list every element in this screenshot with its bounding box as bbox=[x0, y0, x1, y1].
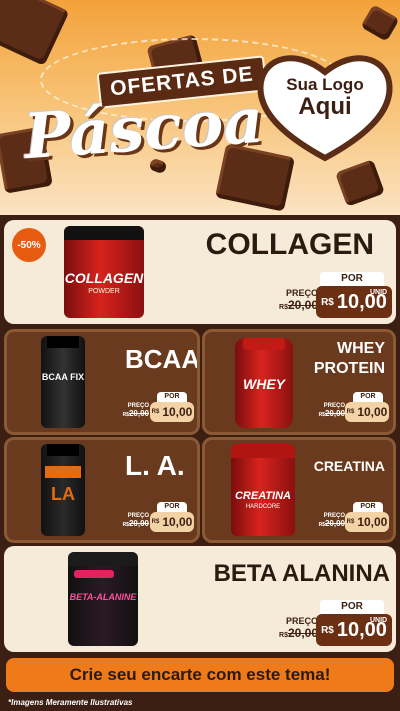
por-label: POR bbox=[353, 392, 383, 402]
currency: R$ bbox=[346, 409, 355, 415]
chocolate-piece-decoration bbox=[335, 159, 385, 207]
price-value: 10,00 bbox=[162, 515, 193, 529]
flyer-page: OFERTAS DE Páscoa Sua Logo Aqui -50% COL… bbox=[0, 0, 400, 711]
price-box: R$ 10,00 bbox=[150, 512, 194, 532]
product-name-line2: PROTEIN bbox=[313, 360, 385, 377]
product-jar-bcaa: BCAA FIX bbox=[41, 336, 85, 428]
chocolate-piece-decoration bbox=[360, 4, 400, 42]
old-price: PREÇO R$20,00 bbox=[313, 403, 345, 418]
currency: R$ bbox=[151, 519, 160, 525]
product-jar-la: LA bbox=[41, 444, 85, 536]
old-price: PREÇO R$20,00 bbox=[274, 288, 318, 312]
price-box: R$ 10,00 bbox=[150, 402, 194, 422]
old-price-value: 20,00 bbox=[324, 519, 345, 528]
product-jar-whey: WHEY bbox=[235, 338, 293, 428]
jar-label: CREATINA bbox=[234, 490, 291, 502]
unid-label: UNID bbox=[370, 289, 388, 296]
old-price-value: 20,00 bbox=[128, 519, 149, 528]
currency: R$ bbox=[321, 624, 334, 636]
old-price-value: 20,00 bbox=[128, 409, 149, 418]
product-name: COLLAGEN bbox=[205, 228, 374, 261]
product-card-collagen[interactable]: -50% COLLAGEN POWDER COLLAGEN POR PREÇO … bbox=[4, 220, 396, 324]
jar-label: COLLAGEN bbox=[64, 270, 144, 286]
footnote: *Imagens Meramente Ilustrativas bbox=[8, 698, 133, 707]
jar-sublabel: HARDCORE bbox=[245, 504, 281, 510]
product-card-beta-alanina[interactable]: BETA-ALANINE BETA ALANINA POR PREÇO R$20… bbox=[4, 546, 396, 652]
header-banner: OFERTAS DE Páscoa Sua Logo Aqui bbox=[0, 0, 400, 215]
preco-label: PREÇO bbox=[285, 288, 318, 298]
chocolate-piece-decoration bbox=[0, 0, 70, 66]
currency: R$ bbox=[321, 296, 334, 308]
old-price: PREÇO R$20,00 bbox=[313, 513, 345, 528]
por-label: POR bbox=[320, 600, 384, 614]
old-price: PREÇO R$20,00 bbox=[117, 513, 149, 528]
product-jar-beta-alanina: BETA-ALANINE bbox=[68, 552, 138, 646]
por-label: POR bbox=[320, 272, 384, 286]
product-jar-creatina: CREATINA HARDCORE bbox=[231, 444, 295, 536]
jar-label: BCAA FIX bbox=[41, 372, 85, 382]
price-value: 10,00 bbox=[357, 515, 388, 529]
logo-line2: Aqui bbox=[298, 92, 352, 120]
jar-sublabel: POWDER bbox=[88, 288, 120, 295]
por-label: POR bbox=[157, 392, 187, 402]
product-name: L. A. bbox=[125, 450, 185, 481]
old-price-value: 20,00 bbox=[287, 298, 318, 312]
discount-badge: -50% bbox=[12, 228, 46, 262]
preco-label: PREÇO bbox=[285, 616, 318, 626]
cta-banner[interactable]: Crie seu encarte com este tema! bbox=[6, 658, 394, 692]
por-label: POR bbox=[353, 502, 383, 512]
price-box: R$ 10,00 bbox=[345, 402, 389, 422]
old-price-value: 20,00 bbox=[287, 626, 318, 640]
old-price-prefix: R$ bbox=[279, 632, 288, 639]
old-price-prefix: R$ bbox=[279, 304, 288, 311]
price-value: 10,00 bbox=[162, 405, 193, 419]
price-value: 10,00 bbox=[357, 405, 388, 419]
jar-label: BETA-ALANINE bbox=[69, 592, 137, 602]
por-label: POR bbox=[157, 502, 187, 512]
product-card-la[interactable]: LA L. A. POR PREÇO R$20,00 R$ 10,00 bbox=[4, 437, 200, 543]
jar-label: WHEY bbox=[243, 376, 285, 392]
product-name: BCAA bbox=[125, 344, 200, 374]
product-name: CREATINA bbox=[313, 458, 385, 474]
old-price: PREÇO R$20,00 bbox=[274, 616, 318, 640]
product-card-whey-protein[interactable]: WHEY WHEY PROTEIN POR PREÇO R$20,00 R$ 10… bbox=[202, 329, 396, 435]
old-price-value: 20,00 bbox=[324, 409, 345, 418]
unid-label: UNID bbox=[370, 617, 388, 624]
old-price: PREÇO R$20,00 bbox=[117, 403, 149, 418]
product-card-creatina[interactable]: CREATINA HARDCORE CREATINA POR PREÇO R$2… bbox=[202, 437, 396, 543]
product-name: BETA ALANINA bbox=[213, 560, 390, 587]
currency: R$ bbox=[346, 519, 355, 525]
product-card-bcaa[interactable]: BCAA FIX BCAA POR PREÇO R$20,00 R$ 10,00 bbox=[4, 329, 200, 435]
product-jar-collagen: COLLAGEN POWDER bbox=[64, 226, 144, 318]
currency: R$ bbox=[151, 409, 160, 415]
product-name-line1: WHEY bbox=[337, 340, 385, 357]
logo-line1: Sua Logo bbox=[286, 75, 364, 94]
price-box: R$ 10,00 bbox=[345, 512, 389, 532]
jar-label: LA bbox=[51, 484, 75, 504]
logo-placeholder[interactable]: Sua Logo Aqui bbox=[262, 76, 388, 119]
